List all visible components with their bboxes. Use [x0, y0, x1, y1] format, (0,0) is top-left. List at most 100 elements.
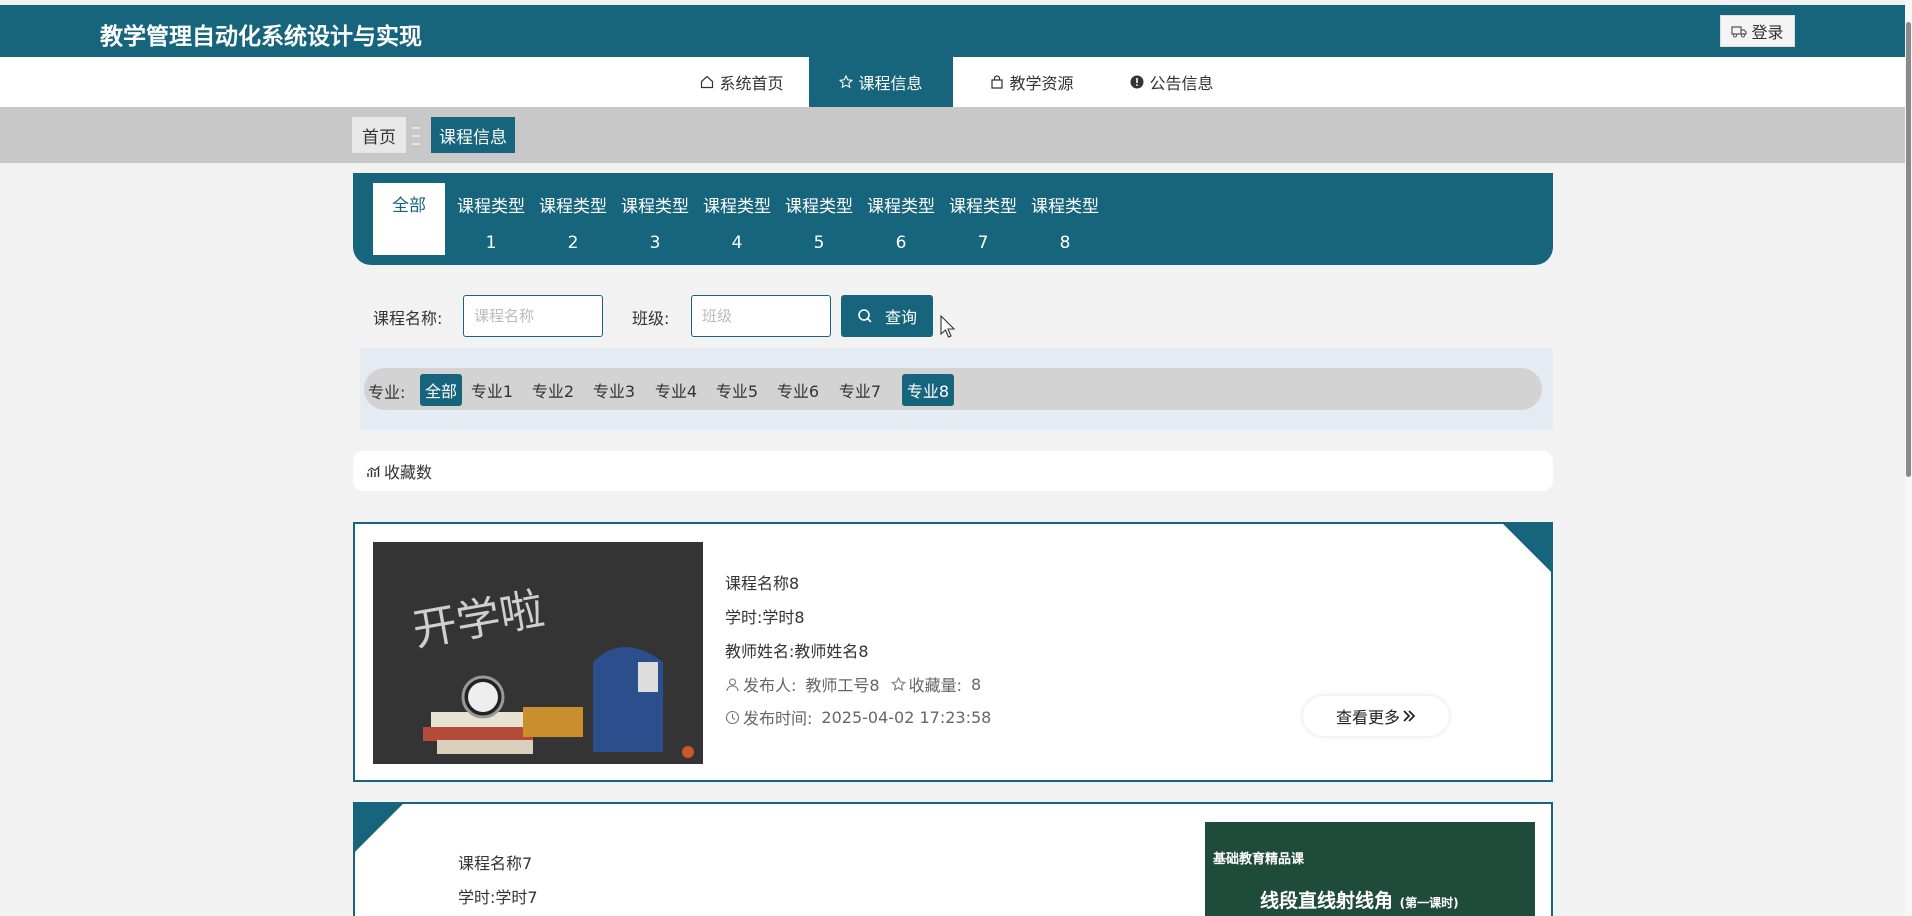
major-item[interactable]: 专业8: [902, 374, 954, 406]
course-type-num: 4: [731, 233, 743, 253]
major-item[interactable]: 专业1: [468, 374, 516, 406]
course-publisher-row: 发布人: 教师工号8 收藏量: 8: [725, 672, 981, 696]
image-title-row: 线段直线射线角 (第一课时): [1260, 886, 1459, 913]
user-icon: [726, 677, 739, 691]
major-item[interactable]: 专业2: [529, 374, 577, 406]
course-type-item[interactable]: 课程类型 1: [455, 189, 527, 261]
course-type-label: 课程类型: [949, 197, 1017, 217]
clock-icon: [725, 710, 740, 724]
course-hours: 学时:学时8: [725, 608, 805, 627]
course-thumbnail[interactable]: 基础教育精品课 线段直线射线角 (第一课时): [1205, 822, 1535, 916]
course-type-label: 课程类型: [785, 197, 853, 217]
course-name: 课程名称7: [458, 854, 533, 873]
view-more-label: 查看更多: [1335, 708, 1400, 727]
course-image: 开学啦: [373, 542, 703, 764]
time-value: 2025-04-02 17:23:58: [821, 707, 992, 727]
publisher-label: 发布人:: [743, 676, 797, 695]
breadcrumb: 首页 课程信息: [0, 107, 1905, 163]
course-type-item[interactable]: 课程类型 7: [947, 189, 1019, 261]
course-type-item[interactable]: 课程类型 3: [619, 189, 691, 261]
query-label: 查询: [884, 308, 917, 327]
corner-decoration: [1501, 524, 1551, 574]
time-label: 发布时间:: [743, 709, 813, 728]
top-header: 教学管理自动化系统设计与实现 登录: [0, 5, 1905, 57]
breadcrumb-separator: [412, 127, 420, 145]
course-type-num: 6: [895, 233, 907, 253]
major-bar: 专业: 全部 专业1 专业2 专业3 专业4 专业5 专业6 专业7 专业8: [364, 368, 1542, 410]
course-type-all[interactable]: 全部: [373, 183, 445, 255]
truck-icon: [1731, 26, 1748, 38]
page-scrollbar[interactable]: [1905, 0, 1912, 916]
search-icon: [858, 309, 872, 323]
sort-bar[interactable]: 收藏数: [353, 451, 1553, 491]
site-title: 教学管理自动化系统设计与实现: [100, 24, 422, 50]
course-card[interactable]: 开学啦 课程名称8 学时:学时8 教师姓名:教师姓名8 发布人: 教师工号8 收…: [353, 522, 1553, 782]
nav-item-courses[interactable]: 课程信息: [809, 57, 953, 107]
course-type-item[interactable]: 课程类型 5: [783, 189, 855, 261]
image-caption: 基础教育精品课: [1213, 852, 1305, 867]
nav-label: 课程信息: [858, 74, 923, 93]
publisher-value: 教师工号8: [805, 676, 880, 695]
fav-label: 收藏量:: [908, 676, 962, 695]
course-teacher: 教师姓名:教师姓名8: [725, 642, 869, 661]
nav-item-notices[interactable]: 公告信息: [1110, 57, 1234, 107]
course-type-item[interactable]: 课程类型 2: [537, 189, 609, 261]
nav-item-home[interactable]: 系统首页: [682, 57, 802, 107]
course-type-label: 课程类型: [703, 197, 771, 217]
major-item[interactable]: 专业4: [652, 374, 700, 406]
course-type-num: 7: [977, 233, 989, 253]
class-label: 班级:: [632, 309, 670, 328]
nav-label: 教学资源: [1009, 74, 1074, 93]
course-type-label: 课程类型: [621, 197, 689, 217]
view-more-button[interactable]: 查看更多: [1303, 696, 1449, 736]
course-type-label: 课程类型: [1031, 197, 1099, 217]
course-type-label: 课程类型: [867, 197, 935, 217]
course-type-label: 课程类型: [457, 197, 525, 217]
course-type-item[interactable]: 课程类型 6: [865, 189, 937, 261]
course-type-num: 3: [649, 233, 661, 253]
nav-label: 系统首页: [719, 74, 784, 93]
mouse-cursor-icon: [940, 315, 956, 338]
query-button[interactable]: 查询: [841, 295, 933, 337]
major-label: 专业:: [368, 383, 406, 402]
image-title: 线段直线射线角: [1260, 890, 1394, 912]
course-time-row: 发布时间: 2025-04-02 17:23:58: [725, 705, 991, 729]
info-icon: [1130, 75, 1144, 89]
image-subtitle: (第一课时): [1399, 896, 1459, 910]
corner-decoration: [355, 804, 405, 854]
star-icon: [839, 75, 854, 89]
course-name-input[interactable]: [463, 295, 603, 337]
login-button[interactable]: 登录: [1720, 15, 1795, 47]
course-type-item[interactable]: 课程类型 4: [701, 189, 773, 261]
fav-value: 8: [971, 674, 982, 694]
scrollbar-thumb[interactable]: [1906, 22, 1911, 477]
chart-icon: [367, 465, 380, 477]
course-thumbnail[interactable]: 开学啦: [373, 542, 703, 764]
double-chevron-right-icon: [1403, 710, 1416, 722]
major-item[interactable]: 专业3: [590, 374, 638, 406]
sort-label: 收藏数: [384, 463, 433, 482]
course-name: 课程名称8: [725, 574, 800, 593]
breadcrumb-home[interactable]: 首页: [352, 117, 406, 153]
course-type-filter: 全部 课程类型 1 课程类型 2 课程类型 3 课程类型 4 课程类型 5 课程类型 6 课…: [353, 173, 1553, 265]
course-type-num: 8: [1059, 233, 1071, 253]
course-type-num: 1: [485, 233, 497, 253]
course-type-label: 课程类型: [539, 197, 607, 217]
login-label: 登录: [1751, 23, 1784, 42]
major-filter: 专业: 全部 专业1 专业2 专业3 专业4 专业5 专业6 专业7 专业8: [360, 348, 1553, 430]
course-type-num: 2: [567, 233, 579, 253]
star-outline-icon: [890, 676, 906, 691]
major-item[interactable]: 专业5: [713, 374, 761, 406]
bag-icon: [991, 75, 1004, 89]
main-nav: 系统首页 课程信息 教学资源 公告信息: [0, 57, 1905, 107]
course-type-item[interactable]: 课程类型 8: [1029, 189, 1101, 261]
nav-item-resources[interactable]: 教学资源: [972, 57, 1092, 107]
course-hours: 学时:学时7: [458, 888, 538, 907]
major-item[interactable]: 专业6: [774, 374, 822, 406]
course-card[interactable]: 课程名称7 学时:学时7 基础教育精品课 线段直线射线角 (第一课时): [353, 802, 1553, 916]
major-item-all[interactable]: 全部: [420, 374, 462, 406]
home-icon: [701, 75, 714, 89]
class-input[interactable]: [691, 295, 831, 337]
major-item[interactable]: 专业7: [836, 374, 884, 406]
course-type-num: 5: [813, 233, 825, 253]
